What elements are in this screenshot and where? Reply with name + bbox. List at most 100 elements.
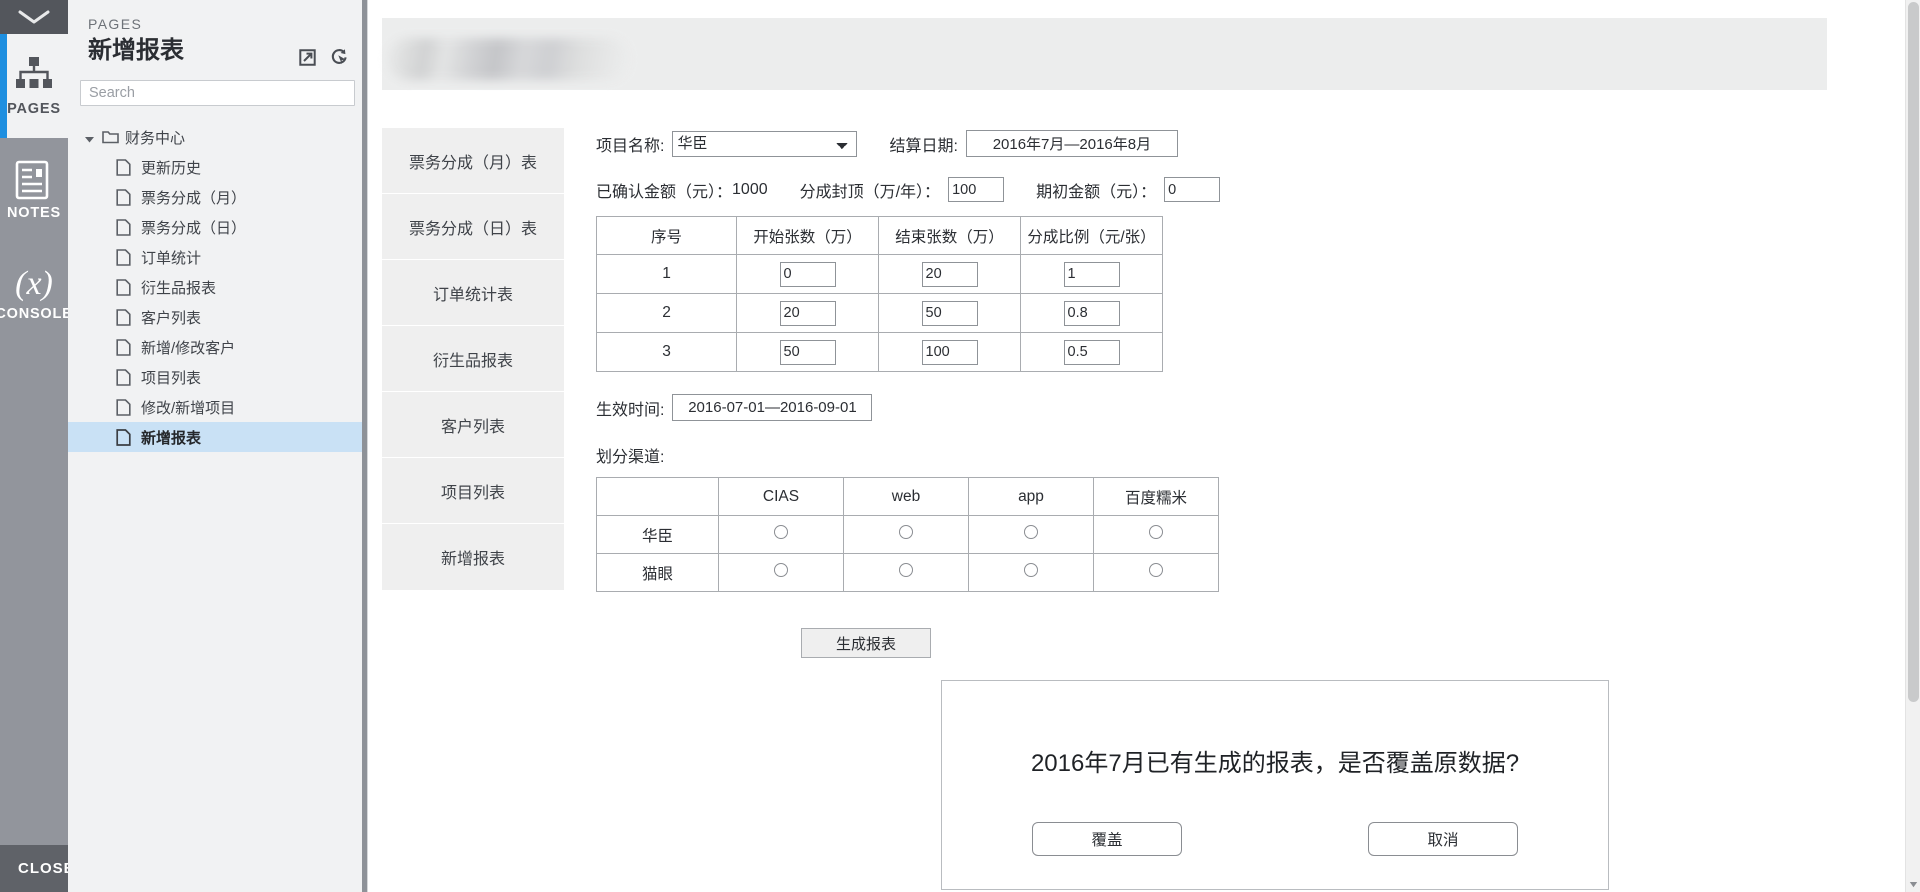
note-page-icon [14, 160, 54, 200]
confirmed-amount-label: 已确认金额（元）： [596, 183, 733, 201]
end-count-input[interactable] [921, 261, 978, 287]
tree-item-ticket-split-month[interactable]: 票务分成（月） [68, 182, 367, 212]
rail-close-button[interactable]: CLOSE [0, 845, 74, 892]
page-scrollbar[interactable] [1905, 0, 1920, 892]
math-variable-icon: (x) [15, 264, 53, 302]
tree-item-add-edit-customer[interactable]: 新增/修改客户 [68, 332, 367, 362]
tree-item-add-report[interactable]: 新增报表 [68, 422, 367, 453]
row-index: 2 [596, 293, 737, 333]
cancel-button[interactable]: 取消 [1368, 822, 1518, 856]
ratio-input[interactable] [1063, 339, 1120, 365]
main-canvas: 票务分成（月）表 票务分成（日）表 订单统计表 衍生品报表 客户列表 项目列表 [368, 0, 1920, 892]
col-header-start: 开始张数（万） [736, 216, 879, 255]
generate-report-button[interactable]: 生成报表 [801, 628, 931, 658]
tree-item-update-history[interactable]: 更新历史 [68, 152, 367, 182]
tree-item-label: 票务分成（日） [141, 219, 247, 237]
start-count-input[interactable] [779, 339, 836, 365]
tree-item-order-statistics[interactable]: 订单统计 [68, 242, 367, 272]
project-name-label: 项目名称: [596, 137, 665, 155]
tab-project-list[interactable]: 项目列表 [382, 458, 564, 524]
end-count-input[interactable] [921, 339, 978, 365]
form-row-effective-time: 生效时间: 2016-07-01—2016-09-01 [596, 394, 1596, 421]
chevron-down-icon [17, 8, 51, 26]
tree-item-label: 新增报表 [141, 429, 202, 447]
radio-button[interactable] [899, 525, 913, 539]
tree-item-label: 票务分成（月） [141, 189, 247, 207]
tab-add-report[interactable]: 新增报表 [382, 524, 564, 590]
cell-start [736, 254, 879, 294]
radio-button[interactable] [1149, 563, 1163, 577]
radio-button[interactable] [1024, 563, 1038, 577]
table-row: 2 [596, 293, 1163, 333]
start-count-input[interactable] [779, 261, 836, 287]
page-scrollbar-thumb[interactable] [1908, 2, 1919, 702]
channel-cell [968, 553, 1094, 592]
ratio-input[interactable] [1063, 261, 1120, 287]
tree-item-ticket-split-day[interactable]: 票务分成（日） [68, 212, 367, 242]
cell-ratio [1020, 332, 1163, 372]
radio-button[interactable] [774, 525, 788, 539]
tab-label: 客户列表 [440, 418, 505, 436]
overwrite-button[interactable]: 覆盖 [1032, 822, 1182, 856]
report-form: 项目名称: 华臣 结算日期: 2016年7月—2016年8月 已确认金额（元）：… [596, 130, 1609, 890]
channel-cell [1093, 515, 1219, 554]
page-file-icon [116, 309, 132, 326]
channel-cell [1093, 553, 1219, 592]
tab-label: 项目列表 [440, 484, 505, 502]
canvas-content: 票务分成（月）表 票务分成（日）表 订单统计表 衍生品报表 客户列表 项目列表 [368, 0, 1920, 890]
cell-start [736, 293, 879, 333]
channel-row-name: 猫眼 [596, 553, 719, 592]
rail-collapse-button[interactable] [0, 0, 68, 34]
effective-time-field[interactable]: 2016-07-01—2016-09-01 [672, 394, 873, 421]
sidebar-kicker: PAGES [88, 16, 143, 32]
scroll-down-arrow-icon[interactable] [1906, 877, 1920, 892]
sidebar-scrollbar[interactable] [362, 0, 367, 892]
page-file-icon [116, 219, 132, 236]
radio-button[interactable] [1149, 525, 1163, 539]
sidebar-search-wrap [68, 76, 367, 116]
tree-item-label: 客户列表 [141, 309, 202, 327]
rail-item-pages[interactable]: PAGES [0, 34, 68, 138]
tree-item-edit-add-project[interactable]: 修改/新增项目 [68, 392, 367, 422]
search-input[interactable] [80, 80, 355, 107]
radio-button[interactable] [899, 563, 913, 577]
project-name-select[interactable]: 华臣 [672, 130, 858, 157]
tree-item-project-list[interactable]: 项目列表 [68, 362, 367, 392]
rail-item-console[interactable]: (x) CONSOLE [0, 242, 72, 346]
settlement-date-field[interactable]: 2016年7月—2016年8月 [965, 130, 1178, 157]
tab-order-statistics[interactable]: 订单统计表 [382, 260, 564, 326]
tab-ticket-split-day[interactable]: 票务分成（日）表 [382, 194, 564, 260]
preview-cursor-icon[interactable] [330, 48, 349, 66]
col-header-blank [596, 477, 719, 516]
col-header-baidu-nuomi: 百度糯米 [1093, 477, 1219, 516]
table-row: 3 [596, 332, 1163, 372]
tree-group-finance-center[interactable]: 财务中心 [68, 122, 367, 152]
tab-derivative-report[interactable]: 衍生品报表 [382, 326, 564, 392]
row-index: 3 [596, 332, 737, 372]
open-external-icon[interactable] [299, 48, 316, 66]
split-cap-input[interactable] [948, 177, 1005, 202]
rail-item-notes[interactable]: NOTES [0, 138, 68, 242]
end-count-input[interactable] [921, 300, 978, 326]
initial-amount-label: 期初金额（元）： [1036, 183, 1157, 201]
dialog-buttons: 覆盖 取消 [1032, 822, 1518, 856]
tree-item-customer-list[interactable]: 客户列表 [68, 302, 367, 332]
radio-button[interactable] [1024, 525, 1038, 539]
left-icon-rail: PAGES NOTES (x) CONSOLE CLOSE [0, 0, 74, 892]
tab-customer-list[interactable]: 客户列表 [382, 392, 564, 458]
col-header-app: app [968, 477, 1094, 516]
table-header-row: 序号 开始张数（万） 结束张数（万） 分成比例（元/张） [596, 216, 1163, 255]
page-file-icon [116, 249, 132, 266]
folder-icon [102, 129, 119, 146]
start-count-input[interactable] [779, 300, 836, 326]
confirmed-amount-value: 1000 [732, 180, 768, 198]
ratio-input[interactable] [1063, 300, 1120, 326]
tab-label: 票务分成（日）表 [408, 220, 537, 238]
radio-button[interactable] [774, 563, 788, 577]
col-header-web: web [843, 477, 969, 516]
tab-ticket-split-month[interactable]: 票务分成（月）表 [382, 128, 564, 194]
channel-cell [718, 553, 844, 592]
caret-down-icon[interactable] [84, 132, 95, 143]
initial-amount-input[interactable] [1164, 177, 1221, 202]
tree-item-derivative-report[interactable]: 衍生品报表 [68, 272, 367, 302]
